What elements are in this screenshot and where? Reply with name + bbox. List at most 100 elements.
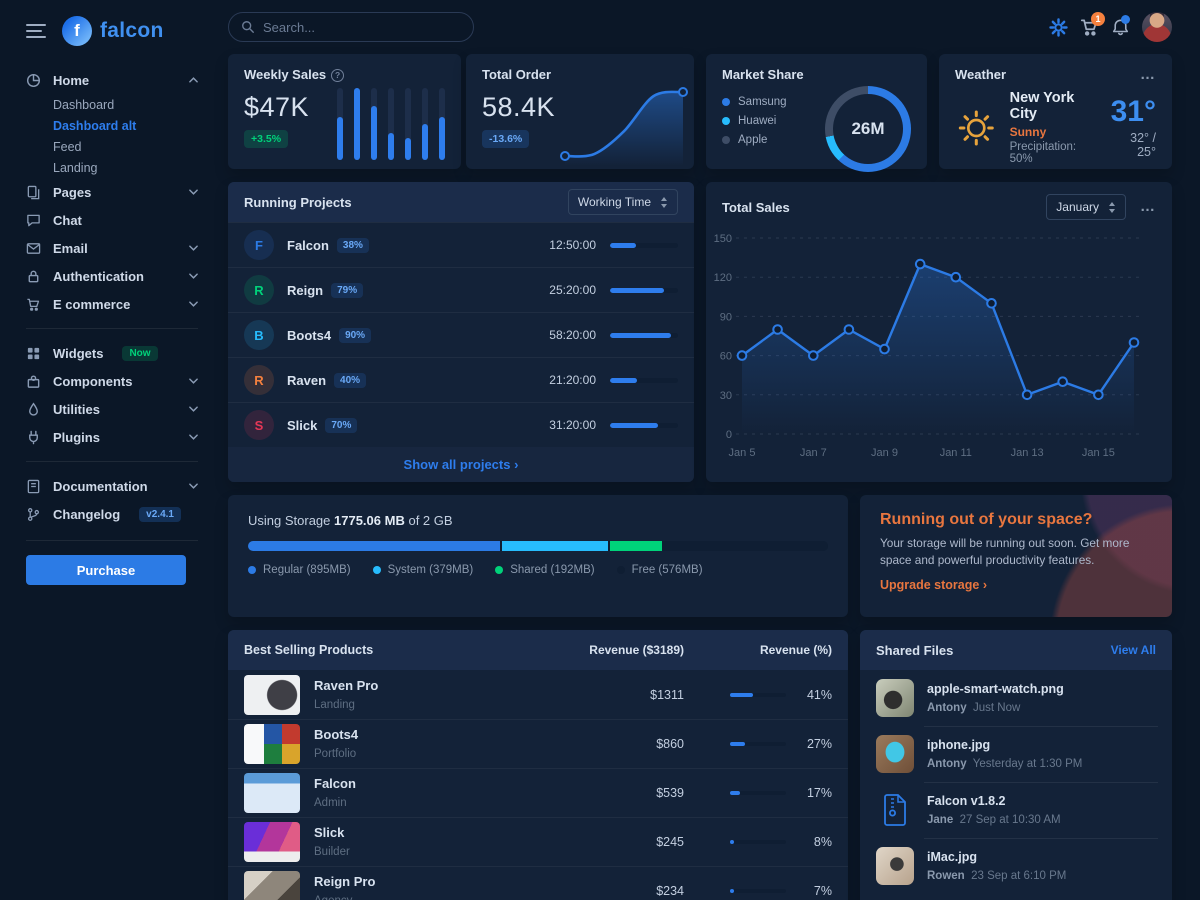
sidebar-item-dashboard-alt[interactable]: Dashboard alt xyxy=(53,115,198,136)
storage-legend: Regular (895MB)System (379MB)Shared (192… xyxy=(248,564,828,576)
shared-file-row[interactable]: iMac.jpg Rowen 23 Sep at 6:10 PM xyxy=(860,838,1172,894)
search-icon xyxy=(241,20,255,34)
sidebar-item-documentation[interactable]: Documentation xyxy=(26,472,198,500)
upgrade-storage-link[interactable]: Upgrade storage › xyxy=(880,578,987,592)
sidebar-item-chat[interactable]: Chat xyxy=(26,206,198,234)
svg-text:30: 30 xyxy=(720,390,732,402)
brand-logo[interactable]: f falcon xyxy=(62,16,164,46)
product-thumbnail xyxy=(244,871,300,900)
purchase-button[interactable]: Purchase xyxy=(26,555,186,585)
svg-text:120: 120 xyxy=(714,272,732,284)
shared-file-row[interactable]: apple-smart-watch.png Antony Just Now xyxy=(860,670,1172,726)
sidebar-item-pages[interactable]: Pages xyxy=(26,178,198,206)
project-row[interactable]: R Raven 40% 21:20:00 xyxy=(228,357,694,402)
bar-track xyxy=(337,88,343,160)
sidebar-item-label: Chat xyxy=(53,213,82,228)
product-row[interactable]: Slick Builder $245 8% xyxy=(228,817,848,866)
sidebar-item-label: Components xyxy=(53,374,132,389)
settings-gear-icon[interactable] xyxy=(1049,18,1068,37)
sidebar-item-plugins[interactable]: Plugins xyxy=(26,423,198,451)
best-selling-products-card: Best Selling Products Revenue ($3189) Re… xyxy=(228,630,848,900)
sidebar-item-email[interactable]: Email xyxy=(26,234,198,262)
sidebar-badge: v2.4.1 xyxy=(139,507,181,522)
product-row[interactable]: Falcon Admin $539 17% xyxy=(228,768,848,817)
falcon-logo-icon: f xyxy=(62,16,92,46)
project-percent-badge: 40% xyxy=(334,373,366,388)
legend-item: Samsung xyxy=(722,92,787,111)
total-order-delta-badge: -13.6% xyxy=(482,130,529,148)
chat-icon xyxy=(26,212,42,228)
widgets-icon xyxy=(26,345,42,361)
product-category: Portfolio xyxy=(314,748,356,760)
shared-files-list: apple-smart-watch.png Antony Just Now ip… xyxy=(860,670,1172,894)
storage-usage-bar xyxy=(248,541,828,551)
storage-used: 1775.06 MB xyxy=(334,513,405,528)
svg-text:Jan 11: Jan 11 xyxy=(940,447,972,459)
product-row[interactable]: Reign Pro Agency $234 7% xyxy=(228,866,848,900)
bar-track xyxy=(405,88,411,160)
shared-file-row[interactable]: iphone.jpg Antony Yesterday at 1:30 PM xyxy=(860,726,1172,782)
sidebar-item-label: Authentication xyxy=(53,269,144,284)
product-row[interactable]: Raven Pro Landing $1311 41% xyxy=(228,670,848,719)
month-select[interactable]: January xyxy=(1046,194,1126,220)
view-all-link[interactable]: View All xyxy=(1111,643,1156,657)
product-row[interactable]: Boots4 Portfolio $860 27% xyxy=(228,719,848,768)
revenue-percent-bar xyxy=(730,840,786,844)
project-name: Reign xyxy=(287,283,323,298)
sidebar-item-feed[interactable]: Feed xyxy=(53,136,198,157)
cart-icon[interactable]: 1 xyxy=(1080,18,1099,37)
project-row[interactable]: R Reign 79% 25:20:00 xyxy=(228,267,694,312)
sidebar-item-components[interactable]: Components xyxy=(26,367,198,395)
weather-menu-icon[interactable]: … xyxy=(1140,70,1156,80)
weekly-sales-delta-badge: +3.5% xyxy=(244,130,288,148)
revenue-percent-column-header: Revenue (%) xyxy=(684,643,832,657)
product-category: Landing xyxy=(314,699,355,711)
bar-track xyxy=(371,88,377,160)
storage-legend-item: Shared (192MB) xyxy=(495,564,594,576)
storage-segment xyxy=(664,541,828,551)
lock-icon xyxy=(26,268,42,284)
sidebar-item-e-commerce[interactable]: E commerce xyxy=(26,290,198,318)
shared-files-title: Shared Files xyxy=(876,643,953,658)
upgrade-space-card: Running out of your space? Your storage … xyxy=(860,495,1172,617)
product-percent: 17% xyxy=(798,786,832,800)
menu-toggle-icon[interactable] xyxy=(26,24,46,38)
sidebar-item-dashboard[interactable]: Dashboard xyxy=(53,94,198,115)
svg-text:Jan 13: Jan 13 xyxy=(1011,447,1044,459)
sidebar-item-utilities[interactable]: Utilities xyxy=(26,395,198,423)
notifications-bell-icon[interactable] xyxy=(1111,18,1130,37)
brand-name: falcon xyxy=(100,19,164,43)
project-row[interactable]: S Slick 70% 31:20:00 xyxy=(228,402,694,447)
svg-text:Jan 9: Jan 9 xyxy=(871,447,898,459)
svg-text:60: 60 xyxy=(720,351,732,363)
info-icon[interactable]: ? xyxy=(331,69,344,82)
storage-segment xyxy=(502,541,608,551)
shared-file-row[interactable]: Falcon v1.8.2 Jane 27 Sep at 10:30 AM xyxy=(860,782,1172,838)
bar-track xyxy=(422,88,428,160)
weather-card: Weather … New York City Sunny Precipitat… xyxy=(939,54,1172,169)
search-box[interactable] xyxy=(228,12,474,42)
working-time-select[interactable]: Working Time xyxy=(568,189,678,215)
project-progress-bar xyxy=(610,333,678,338)
chevron-down-icon xyxy=(189,301,198,307)
sidebar-item-widgets[interactable]: WidgetsNow xyxy=(26,339,198,367)
project-name: Boots4 xyxy=(287,328,331,343)
sidebar-item-home[interactable]: Home xyxy=(26,66,198,94)
shared-files-card: Shared Files View All apple-smart-watch.… xyxy=(860,630,1172,900)
sidebar-item-landing[interactable]: Landing xyxy=(53,157,198,178)
project-row[interactable]: B Boots4 90% 58:20:00 xyxy=(228,312,694,357)
total-order-spark-chart xyxy=(555,78,693,170)
show-all-projects-link[interactable]: Show all projects › xyxy=(228,447,694,482)
project-row[interactable]: F Falcon 38% 12:50:00 xyxy=(228,222,694,267)
product-name: Raven Pro xyxy=(314,678,378,693)
sun-icon xyxy=(955,105,998,151)
puzzle-icon xyxy=(26,373,42,389)
total-sales-menu-icon[interactable]: … xyxy=(1140,202,1156,212)
avatar[interactable] xyxy=(1142,12,1172,42)
sidebar-item-changelog[interactable]: Changelogv2.4.1 xyxy=(26,500,198,528)
storage-legend-item: Free (576MB) xyxy=(617,564,703,576)
best-selling-title: Best Selling Products xyxy=(244,643,564,657)
sidebar-item-authentication[interactable]: Authentication xyxy=(26,262,198,290)
book-icon xyxy=(26,478,42,494)
search-input[interactable] xyxy=(263,20,461,35)
